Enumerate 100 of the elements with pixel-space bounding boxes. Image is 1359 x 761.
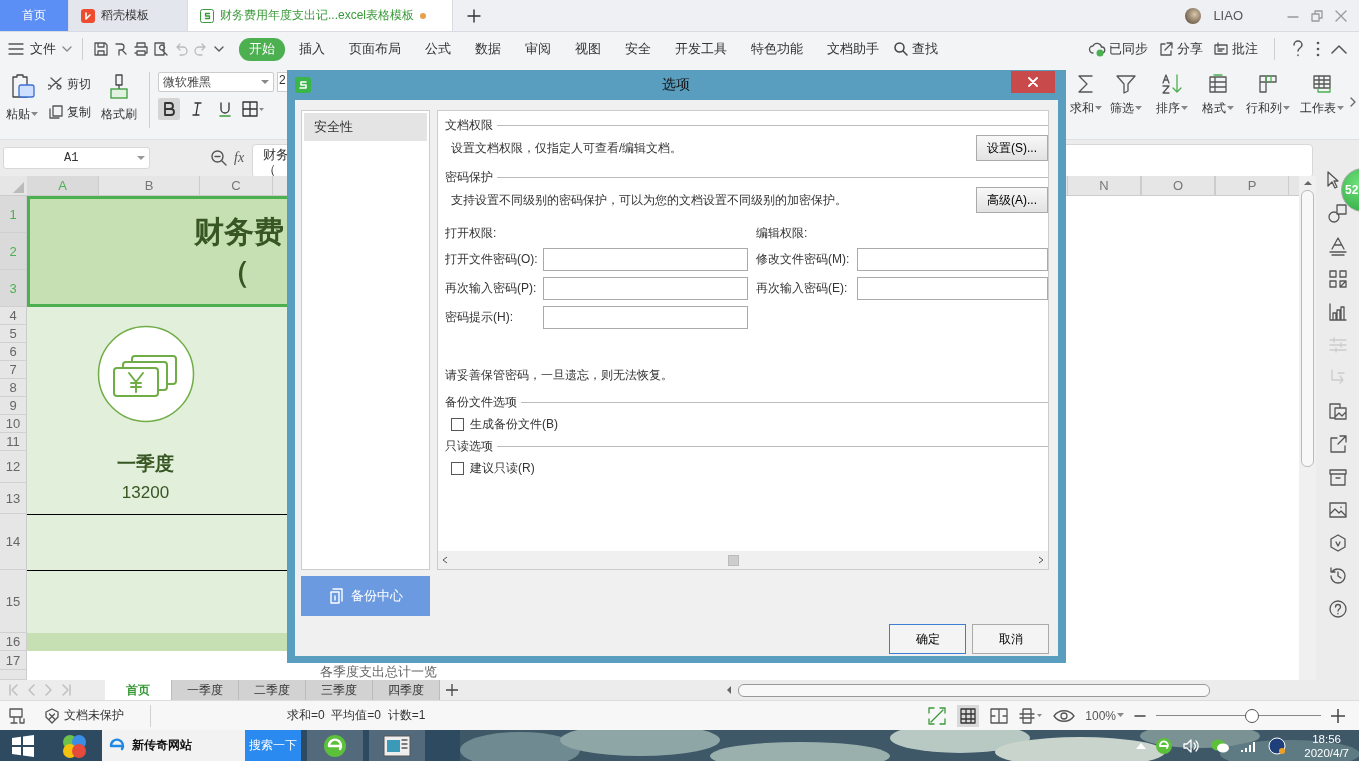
start-icon[interactable]	[11, 734, 35, 757]
zoom-in-icon[interactable]	[1331, 708, 1345, 723]
sheet-tab[interactable]: 四季度	[373, 680, 440, 700]
row-header[interactable]: 9	[0, 397, 27, 415]
scroll-right-icon[interactable]	[1038, 556, 1044, 564]
sheet-tab[interactable]: 二季度	[239, 680, 306, 700]
zoom-icon[interactable]	[210, 149, 228, 167]
close-button[interactable]	[1011, 71, 1055, 93]
password-field[interactable]	[543, 277, 748, 300]
colorful-app-icon[interactable]	[61, 732, 87, 759]
password-field[interactable]	[857, 248, 1048, 271]
shapes-icon[interactable]	[1327, 203, 1348, 223]
vertical-scrollbar[interactable]	[1299, 176, 1316, 680]
password-field[interactable]	[543, 248, 748, 271]
sheet-tab[interactable]: 三季度	[306, 680, 373, 700]
row-header[interactable]: 6	[0, 343, 27, 361]
ribbon-tab[interactable]: 审阅	[515, 37, 561, 61]
settings-button[interactable]: 设置(S)...	[976, 135, 1048, 161]
page-break-icon[interactable]	[989, 705, 1010, 726]
row-header[interactable]: 12	[0, 451, 27, 483]
ribbon-button[interactable]: 求和	[1070, 100, 1102, 117]
menu-icon[interactable]	[8, 42, 24, 56]
chat-icon[interactable]	[1210, 737, 1231, 754]
toolbar-link[interactable]: 分享	[1158, 40, 1203, 58]
ribbon-tab[interactable]: 安全	[615, 37, 661, 61]
row-header[interactable]: 13	[0, 483, 27, 514]
borders-icon[interactable]	[242, 101, 264, 117]
image-icon[interactable]	[1327, 500, 1348, 520]
row-header[interactable]: 16	[0, 633, 27, 651]
row-header[interactable]: 15	[0, 570, 27, 633]
ribbon-tab[interactable]: 开发工具	[665, 37, 737, 61]
underline-icon[interactable]	[219, 101, 231, 117]
share-icon[interactable]	[1327, 434, 1348, 454]
row-header[interactable]: 7	[0, 361, 27, 379]
advanced-button[interactable]: 高级(A)...	[976, 187, 1048, 213]
ribbon-tab[interactable]: 数据	[465, 37, 511, 61]
row-header[interactable]: 10	[0, 415, 27, 433]
volume-icon[interactable]	[1182, 737, 1201, 754]
new-tab-icon[interactable]	[467, 8, 481, 23]
checkbox-label[interactable]: 生成备份文件(B)	[470, 415, 558, 433]
ok-button[interactable]: 确定	[889, 624, 966, 654]
scroll-up-icon[interactable]	[1303, 180, 1312, 186]
collapse-icon[interactable]	[1331, 44, 1347, 54]
print-preview-icon[interactable]	[153, 41, 169, 57]
name-box[interactable]: A1	[3, 147, 150, 169]
apps-icon[interactable]	[1327, 269, 1348, 289]
scissors-icon[interactable]	[48, 76, 64, 92]
reading-mode-icon[interactable]	[1019, 705, 1044, 726]
help-icon[interactable]	[1327, 599, 1348, 619]
checkbox[interactable]	[451, 461, 464, 475]
fullscreen-icon[interactable]	[927, 705, 948, 726]
comment-icon[interactable]	[1213, 41, 1229, 57]
help-icon[interactable]	[1291, 40, 1305, 58]
sheet-cell[interactable]	[27, 514, 288, 570]
toolbar-link[interactable]: 已同步	[1088, 40, 1148, 58]
scroll-thumb[interactable]	[728, 554, 739, 566]
workbook-icon[interactable]	[8, 706, 26, 725]
add-sheet-icon[interactable]	[446, 684, 458, 696]
copy-icon[interactable]	[48, 104, 64, 120]
sliders-icon[interactable]	[1327, 335, 1348, 355]
ribbon-button[interactable]: 行和列	[1246, 100, 1290, 117]
scroll-left-icon[interactable]	[442, 556, 448, 564]
ribbon-button[interactable]: 排序	[1156, 100, 1188, 117]
column-header[interactable]: N	[1067, 176, 1141, 195]
format-icon[interactable]	[1206, 72, 1230, 96]
row-header[interactable]: 5	[0, 325, 27, 343]
browser-icon[interactable]	[1156, 737, 1173, 754]
rows-columns-icon[interactable]	[1256, 72, 1280, 96]
taskbar-app[interactable]	[369, 730, 425, 761]
sheet-cell[interactable]	[27, 570, 288, 633]
font-dropdown[interactable]: 微软雅黑	[158, 72, 274, 92]
worksheet-icon[interactable]	[1310, 72, 1334, 96]
row-header[interactable]: 8	[0, 379, 27, 397]
more-icon[interactable]	[1315, 40, 1321, 58]
filter-icon[interactable]	[1114, 72, 1138, 96]
column-header[interactable]: O	[1141, 176, 1215, 195]
search-link[interactable]: 查找	[893, 40, 938, 58]
cloud-sync-icon[interactable]	[1088, 41, 1106, 57]
input-method-icon[interactable]	[1268, 736, 1287, 755]
taskbar-app[interactable]	[307, 730, 363, 761]
normal-view-icon[interactable]	[959, 706, 978, 725]
copy-button[interactable]: 复制	[48, 100, 91, 124]
ribbon-tab[interactable]: 公式	[415, 37, 461, 61]
italic-icon[interactable]	[192, 102, 202, 116]
search-field[interactable]: 新传奇网站	[102, 730, 245, 761]
password-field[interactable]	[857, 277, 1048, 300]
ribbon-button[interactable]: 格式	[1202, 100, 1234, 117]
cut-button[interactable]: 剪切	[48, 72, 91, 96]
save-icon[interactable]	[93, 41, 109, 57]
clock-time[interactable]: 18:56	[1312, 731, 1341, 746]
ribbon-button[interactable]: 工作表	[1300, 100, 1344, 117]
row-header[interactable]: 17	[0, 651, 27, 670]
cancel-button[interactable]: 取消	[972, 624, 1049, 654]
paste-button[interactable]: 粘贴	[6, 106, 38, 123]
gallery-icon[interactable]	[1327, 401, 1348, 421]
category-item[interactable]: 安全性	[304, 113, 427, 141]
document-tab[interactable]: 财务费用年度支出记...excel表格模板	[188, 0, 453, 31]
sheet-cell[interactable]	[27, 633, 288, 651]
share-icon[interactable]	[1158, 41, 1174, 57]
dropdown-icon[interactable]	[213, 44, 225, 54]
